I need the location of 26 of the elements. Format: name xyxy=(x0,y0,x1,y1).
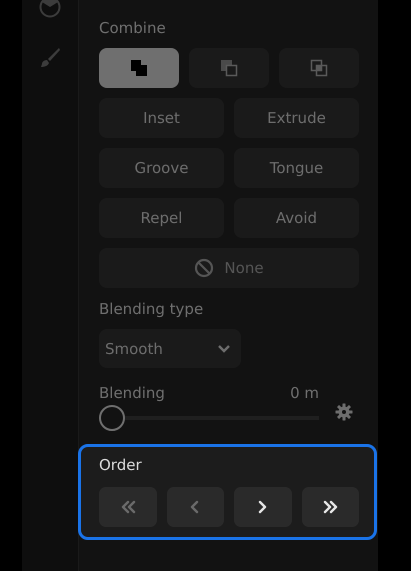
combine-button[interactable] xyxy=(99,48,179,88)
union-icon xyxy=(130,59,148,77)
mode-button[interactable]: Tongue xyxy=(234,148,359,188)
prohibited-icon xyxy=(194,258,214,278)
combine-button[interactable] xyxy=(279,48,359,88)
mode-button[interactable]: Groove xyxy=(99,148,224,188)
combine-button[interactable] xyxy=(189,48,269,88)
subtract-icon xyxy=(220,59,238,77)
section-label: Blending type xyxy=(99,299,204,320)
intersect-icon xyxy=(310,59,328,77)
color-wheel-icon xyxy=(39,0,61,18)
section-label: Blending xyxy=(99,383,165,404)
mode-button[interactable]: Avoid xyxy=(234,198,359,238)
order-button[interactable] xyxy=(302,487,359,527)
double-chevron-right-icon xyxy=(321,499,340,515)
chevron-down-icon xyxy=(217,344,231,354)
mode-button[interactable]: Repel xyxy=(99,198,224,238)
brush-icon[interactable] xyxy=(39,46,61,68)
mode-button[interactable]: Extrude xyxy=(234,98,359,138)
section-label: Combine xyxy=(99,18,167,39)
settings-icon[interactable] xyxy=(335,403,353,421)
blending-type-dropdown[interactable]: Smooth xyxy=(99,329,241,368)
mode-button[interactable]: Inset xyxy=(99,98,224,138)
blending-value: 0 m xyxy=(290,383,319,404)
slider-thumb[interactable] xyxy=(99,405,125,431)
section-label: Order xyxy=(99,455,143,476)
